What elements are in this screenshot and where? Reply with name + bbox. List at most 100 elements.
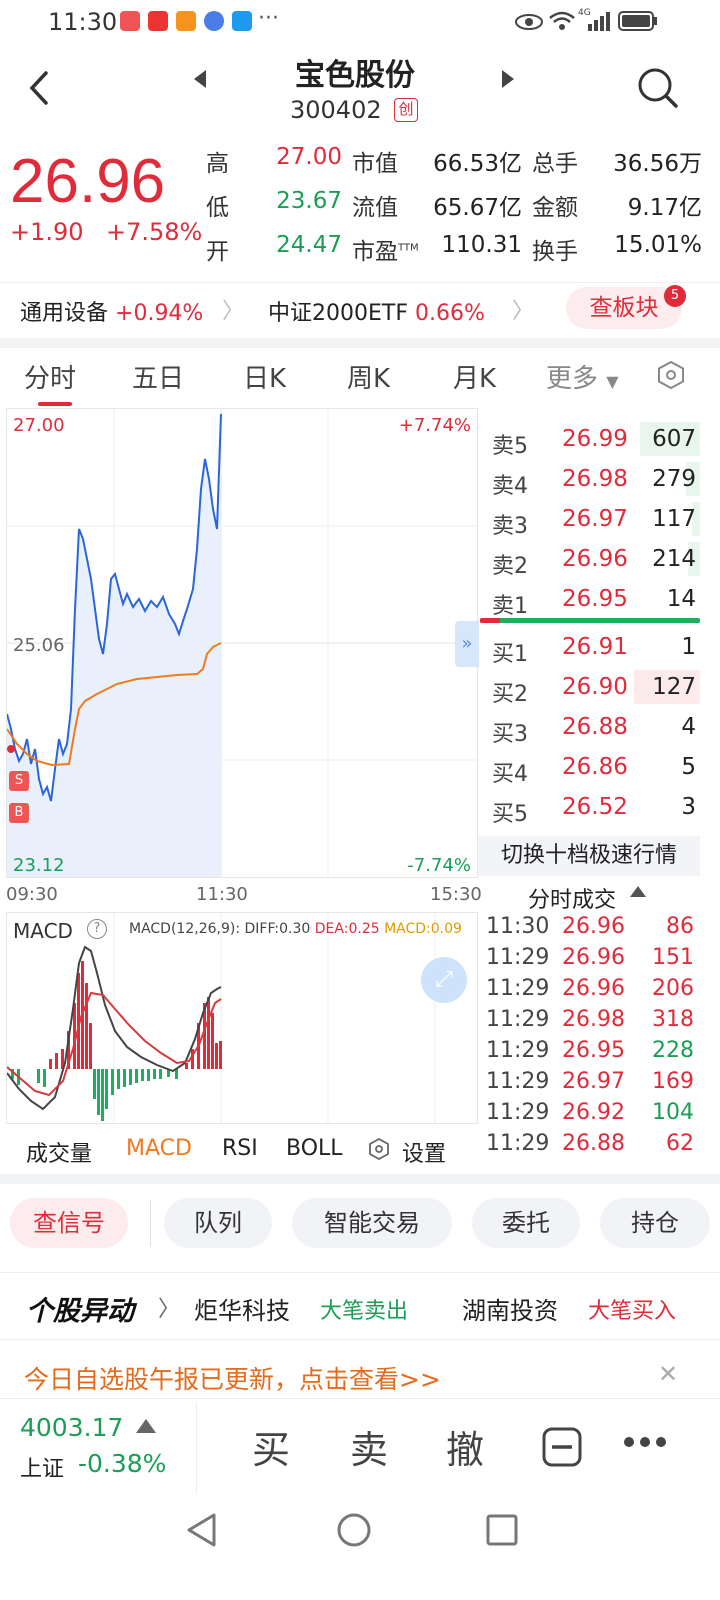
tab-five-day[interactable]: 五日 xyxy=(132,358,184,395)
section-divider xyxy=(0,338,720,348)
industry-link[interactable]: 通用设备 +0.94% xyxy=(20,295,203,327)
trades-list[interactable]: 11:30 26.96 86 11:29 26.96 151 11:29 26.96 206… xyxy=(478,914,700,1172)
check-signal-button[interactable]: 查信号 xyxy=(10,1198,128,1248)
order-label: 卖2 xyxy=(492,554,528,579)
abnormal-moves-bar[interactable]: 个股异动 〉 炬华科技 大笔卖出 湖南投资 大笔买入 xyxy=(0,1272,720,1340)
abnormal-action-2: 大笔买入 xyxy=(588,1299,677,1324)
trade-volume: 169 xyxy=(652,1069,694,1094)
signal-icon xyxy=(588,12,610,31)
notice-banner[interactable]: 今日自选股午报已更新，点击查看>> ✕ xyxy=(0,1350,720,1396)
tab-settings[interactable]: 设置 xyxy=(402,1136,446,1168)
order-label: 买4 xyxy=(492,762,528,787)
chart-settings-icon[interactable] xyxy=(656,360,686,390)
bottom-trade-bar: 4003.17 上证 -0.38% 买 卖 撤 xyxy=(0,1398,720,1498)
order-price: 26.90 xyxy=(562,674,628,700)
tab-rsi[interactable]: RSI xyxy=(222,1136,258,1161)
macd-title: MACD xyxy=(13,919,73,943)
turnover-value: 15.01% xyxy=(614,232,702,258)
order-volume: 5 xyxy=(681,754,696,780)
position-icon[interactable] xyxy=(542,1427,582,1467)
total-volume-label: 总手 xyxy=(532,151,578,177)
etf-name: 中证2000ETF xyxy=(268,301,408,326)
queue-button[interactable]: 队列 xyxy=(164,1198,272,1248)
tab-volume[interactable]: 成交量 xyxy=(26,1136,92,1168)
eye-icon xyxy=(515,14,543,30)
intraday-chart[interactable]: 27.00 25.06 23.12 +7.74% -7.74% S B » xyxy=(6,408,479,878)
index-ticker[interactable]: 4003.17 上证 -0.38% xyxy=(0,1399,196,1499)
nav-home-icon[interactable] xyxy=(336,1512,372,1548)
buy-sell-ratio-bar xyxy=(480,618,700,623)
chevron-right-icon: 〉 xyxy=(158,1297,181,1322)
expand-panel-icon[interactable]: » xyxy=(455,621,479,667)
trade-volume: 62 xyxy=(666,1131,694,1156)
tab-boll[interactable]: BOLL xyxy=(286,1136,343,1161)
turnover-label: 换手 xyxy=(532,239,578,265)
trade-time: 11:29 xyxy=(486,1131,550,1156)
trade-price: 26.96 xyxy=(562,945,625,970)
tab-month-k[interactable]: 月K xyxy=(453,358,496,395)
search-icon[interactable] xyxy=(636,66,680,110)
order-label: 买1 xyxy=(492,642,528,667)
order-volume: 117 xyxy=(652,506,696,532)
abnormal-stock-2[interactable]: 湖南投资 xyxy=(462,1291,558,1326)
order-price: 26.86 xyxy=(562,754,628,780)
switch-depth-button[interactable]: 切换十档极速行情 xyxy=(478,836,700,876)
order-price: 26.99 xyxy=(562,426,628,452)
abnormal-title: 个股异动 xyxy=(26,1296,134,1327)
trade-row: 11:29 26.96 206 xyxy=(478,976,698,1007)
market-cap-label: 市值 xyxy=(352,151,398,177)
help-icon[interactable]: ? xyxy=(87,919,107,939)
order-price: 26.88 xyxy=(562,714,628,740)
indicator-tabs: 成交量 MACD RSI BOLL 设置 xyxy=(0,1128,478,1172)
macd-chart-svg xyxy=(7,913,436,1123)
trade-volume: 86 xyxy=(666,914,694,939)
buy-signal-marker[interactable]: B xyxy=(9,803,29,823)
tab-week-k[interactable]: 周K xyxy=(347,358,390,395)
buy-button[interactable]: 买 xyxy=(252,1419,290,1474)
x-end-label: 15:30 xyxy=(430,884,482,905)
chevron-right-icon: 〉 xyxy=(222,299,245,324)
price-change-pct: +7.58% xyxy=(106,218,203,246)
smart-trade-button[interactable]: 智能交易 xyxy=(292,1198,452,1248)
sell-signal-marker[interactable]: S xyxy=(9,771,29,791)
back-arrow-icon[interactable] xyxy=(26,70,52,106)
order-price: 26.95 xyxy=(562,586,628,612)
more-menu-icon[interactable] xyxy=(622,1435,668,1449)
chevron-right-icon: 〉 xyxy=(512,299,535,324)
trade-row: 11:29 26.95 228 xyxy=(478,1038,698,1069)
tab-intraday[interactable]: 分时 xyxy=(24,358,76,395)
trade-time: 11:29 xyxy=(486,1007,550,1032)
system-nav-bar xyxy=(0,1498,720,1600)
prev-stock-icon[interactable] xyxy=(194,70,206,88)
etf-pct: 0.66% xyxy=(414,301,485,326)
cancel-order-button[interactable]: 撤 xyxy=(446,1419,484,1474)
close-icon[interactable]: ✕ xyxy=(658,1360,678,1388)
next-stock-icon[interactable] xyxy=(502,70,514,88)
x-start-label: 09:30 xyxy=(6,884,58,905)
trade-row: 11:29 26.98 318 xyxy=(478,1007,698,1038)
sell-button[interactable]: 卖 xyxy=(350,1419,388,1474)
fullscreen-icon[interactable]: ⤢ xyxy=(421,957,467,1003)
nav-recents-icon[interactable] xyxy=(486,1514,518,1546)
tab-more[interactable]: 更多 ▼ xyxy=(546,358,619,395)
amount-label: 金额 xyxy=(532,195,578,221)
trade-time: 11:29 xyxy=(486,976,550,1001)
tab-more-label: 更多 xyxy=(546,364,599,394)
entrust-button[interactable]: 委托 xyxy=(472,1198,580,1248)
holdings-button[interactable]: 持仓 xyxy=(600,1198,710,1248)
macd-chart[interactable]: MACD ? MACD(12,26,9): DIFF:0.30 DEA:0.25… xyxy=(6,912,478,1124)
float-cap-label: 流值 xyxy=(352,195,398,221)
order-book-row: 卖3 26.97 117 xyxy=(478,500,700,540)
tab-macd[interactable]: MACD xyxy=(126,1136,192,1161)
abnormal-stock-1[interactable]: 炬华科技 xyxy=(194,1291,290,1326)
order-price: 26.52 xyxy=(562,794,628,820)
order-price: 26.96 xyxy=(562,546,628,572)
nav-back-icon[interactable] xyxy=(184,1512,220,1548)
settings-icon[interactable] xyxy=(368,1138,390,1160)
pct-high-label: +7.74% xyxy=(398,415,471,436)
tab-day-k[interactable]: 日K xyxy=(243,358,286,395)
book-app-icon xyxy=(148,11,168,31)
trade-price: 26.96 xyxy=(562,976,625,1001)
etf-link[interactable]: 中证2000ETF 0.66% xyxy=(268,295,485,327)
trades-header[interactable]: 分时成交 xyxy=(478,878,700,914)
